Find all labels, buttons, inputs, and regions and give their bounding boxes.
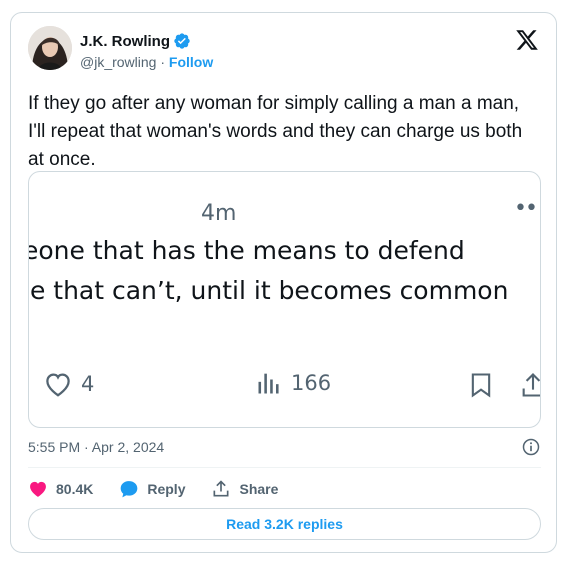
share-label: Share <box>239 481 279 497</box>
media-share-icon <box>522 373 540 397</box>
tweet-timestamp[interactable]: 5:55 PM · Apr 2, 2024 <box>28 439 164 455</box>
author-handle[interactable]: @jk_rowling <box>80 54 156 70</box>
media-views-metric: 166 <box>255 369 331 397</box>
media-like-count: 4 <box>81 372 95 396</box>
reply-button[interactable]: Reply <box>119 479 185 499</box>
verified-badge-icon <box>174 33 190 49</box>
media-views-count: 166 <box>291 371 332 395</box>
follow-button[interactable]: Follow <box>169 54 213 70</box>
tweet-actions: 80.4K Reply Share <box>28 479 304 499</box>
like-count: 80.4K <box>56 481 94 497</box>
media-text-line-2: le that can’t, until it becomes common <box>28 276 509 305</box>
avatar[interactable] <box>28 26 72 70</box>
media-views-icon <box>258 373 279 394</box>
share-icon <box>213 480 229 497</box>
tweet-media-screenshot[interactable]: 4m •• eone that has the means to defend … <box>28 171 541 428</box>
info-icon[interactable] <box>521 437 541 457</box>
tweet-text: If they go after any woman for simply ca… <box>28 93 523 170</box>
read-replies-button[interactable]: Read 3.2K replies <box>28 508 541 540</box>
media-time-label: 4m <box>201 201 237 226</box>
author-handle-row: @jk_rowling · Follow <box>80 54 213 70</box>
media-text-line-1: eone that has the means to defend <box>28 236 465 265</box>
reply-label: Reply <box>147 481 186 497</box>
heart-icon <box>30 481 46 497</box>
avatar-image <box>28 26 72 70</box>
media-bookmark-icon <box>471 373 491 398</box>
author-name-row: J.K. Rowling <box>80 32 191 50</box>
media-more-icon: •• <box>514 196 538 221</box>
handle-separator: · <box>160 54 166 70</box>
share-button[interactable]: Share <box>211 479 278 499</box>
media-heart-icon <box>46 373 70 397</box>
media-like-metric: 4 <box>43 369 94 399</box>
divider <box>28 467 541 468</box>
like-button[interactable]: 80.4K <box>28 479 93 499</box>
reply-bubble-icon <box>121 481 138 498</box>
tweet-card: J.K. Rowling @jk_rowling · Follow If the… <box>10 12 557 553</box>
author-display-name[interactable]: J.K. Rowling <box>80 33 170 50</box>
x-logo-icon[interactable] <box>515 28 539 52</box>
